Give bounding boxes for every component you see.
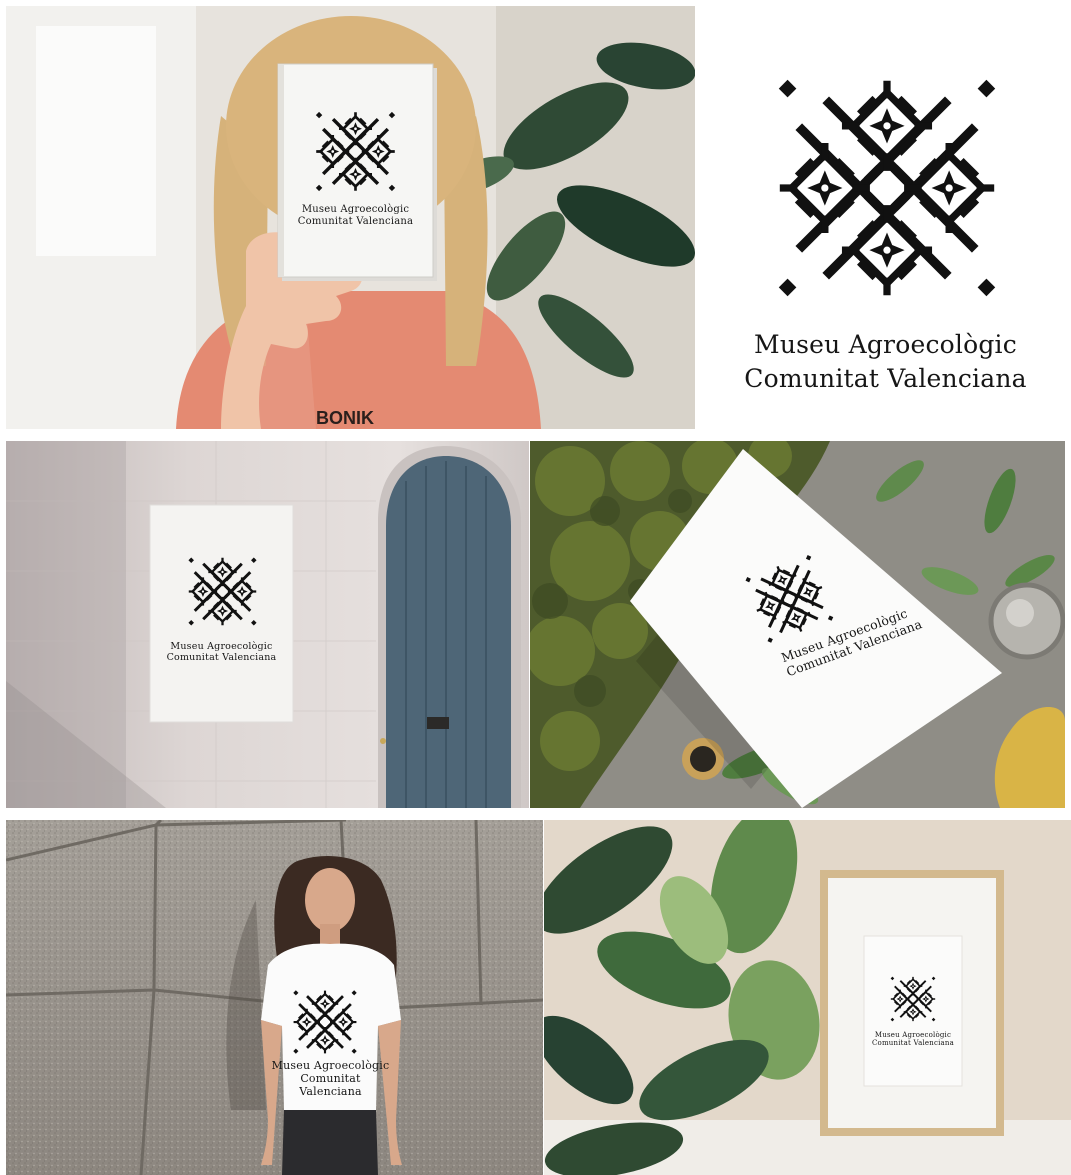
poster-brand-line2: Comunitat Valenciana bbox=[166, 652, 277, 664]
logo-mark-icon bbox=[186, 555, 259, 628]
poster-brand-line1: Museu Agroecològic bbox=[170, 641, 273, 652]
photo-notebook: BONIK Museu Agroecològic Comunitat Valen… bbox=[6, 6, 695, 429]
main-brand-line2: Comunitat Valenciana bbox=[744, 364, 1027, 393]
logo-panel: Museu Agroecològic Comunitat Valenciana bbox=[700, 6, 1071, 429]
photo-wall-poster: Museu Agroecològic Comunitat Valenciana bbox=[6, 441, 529, 808]
logo-mark-icon bbox=[771, 72, 1003, 304]
tilted-card-content: Museu Agroecològic Comunitat Valenciana bbox=[816, 497, 1065, 690]
wall-scene bbox=[6, 441, 529, 808]
logo-mark-icon bbox=[313, 109, 398, 194]
door bbox=[378, 446, 521, 808]
logo-mark-icon bbox=[741, 551, 837, 647]
photo-tshirt: Museu Agroecològic Comunitat Valenciana bbox=[6, 820, 543, 1175]
frame-scene bbox=[544, 820, 1071, 1175]
frame-brand-line1: Museu Agroecològic bbox=[874, 1031, 952, 1039]
tshirt-print: BONIK bbox=[316, 408, 374, 428]
logo-mark-icon bbox=[889, 975, 937, 1023]
tshirt-brand-line2: Comunitat Valenciana bbox=[299, 1071, 362, 1098]
photo-moss-card: Museu Agroecològic Comunitat Valenciana bbox=[530, 441, 1065, 808]
main-brand-line1: Museu Agroecològic bbox=[754, 330, 1017, 359]
frame-brand-line2: Comunitat Valenciana bbox=[872, 1039, 954, 1048]
photo-frame: Museu Agroecològic Comunitat Valenciana bbox=[544, 820, 1071, 1175]
logo-mark-icon bbox=[291, 988, 359, 1056]
tshirt-scene bbox=[6, 820, 543, 1175]
notebook-brand-line1: Museu Agroecològic bbox=[301, 204, 410, 215]
notebook-brand-line2: Comunitat Valenciana bbox=[297, 215, 414, 227]
